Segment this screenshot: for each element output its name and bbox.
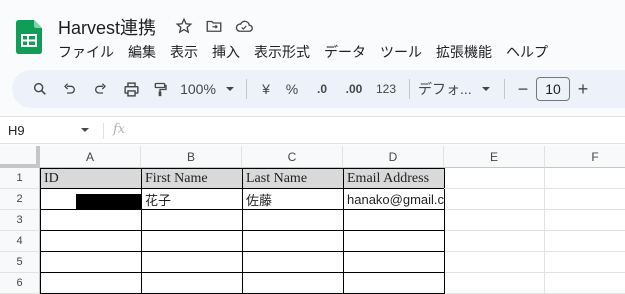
header-cell-email[interactable]: Email Address	[343, 168, 445, 189]
table-cell[interactable]	[40, 210, 142, 231]
table-cell[interactable]	[445, 252, 545, 273]
chevron-down-icon[interactable]	[222, 75, 238, 103]
table-cell[interactable]	[545, 252, 625, 273]
table-cell[interactable]	[344, 210, 445, 231]
table-cell[interactable]	[243, 231, 344, 252]
menu-bar: ファイル 編集 表示 挿入 表示形式 データ ツール 拡張機能 ヘルプ	[58, 42, 562, 62]
cell-f1[interactable]	[545, 168, 625, 189]
table-cell[interactable]	[545, 273, 625, 294]
row-header-2[interactable]: 2	[0, 189, 40, 210]
search-icon[interactable]	[28, 75, 52, 103]
row-header-5[interactable]: 5	[0, 252, 40, 273]
header-cell-id[interactable]: ID	[40, 168, 142, 189]
cell-e2[interactable]	[445, 189, 545, 210]
title-bar: Harvest連携 ファイル 編集 表示 挿入 表示形式 データ ツール 拡張機…	[0, 0, 625, 64]
font-size-increase-button[interactable]: +	[573, 75, 593, 103]
table-cell[interactable]	[344, 252, 445, 273]
table-cell[interactable]	[344, 231, 445, 252]
decrease-decimal-button[interactable]: .0	[307, 75, 337, 103]
menu-edit[interactable]: 編集	[128, 42, 156, 62]
font-select[interactable]: デフォ...	[418, 75, 476, 103]
menu-data[interactable]: データ	[324, 42, 366, 62]
cloud-status-icon[interactable]	[234, 16, 254, 36]
table-cell[interactable]	[243, 210, 344, 231]
sheets-logo-icon[interactable]	[16, 20, 42, 54]
currency-button[interactable]: ¥	[255, 75, 277, 103]
spreadsheet-grid[interactable]: A B C D E F 1 2 3 4 5 6 ID First Name La…	[0, 146, 625, 294]
document-title[interactable]: Harvest連携	[58, 14, 156, 40]
table-cell[interactable]	[545, 210, 625, 231]
cell-f2[interactable]	[545, 189, 625, 210]
table-cell[interactable]	[142, 210, 243, 231]
select-all-corner[interactable]	[0, 146, 40, 168]
table-cell[interactable]	[142, 273, 243, 294]
table-cell[interactable]	[40, 273, 142, 294]
column-header-c[interactable]: C	[242, 146, 343, 168]
toolbar-divider	[504, 79, 505, 99]
header-cell-last-name[interactable]: Last Name	[242, 168, 344, 189]
chevron-down-icon[interactable]	[476, 75, 496, 103]
font-size-wrapper: 10	[533, 75, 573, 103]
cell-b2[interactable]: 花子	[142, 189, 243, 210]
column-header-e[interactable]: E	[444, 146, 545, 168]
menu-view[interactable]: 表示	[170, 42, 198, 62]
header-cell-first-name[interactable]: First Name	[141, 168, 243, 189]
table-cell[interactable]	[445, 231, 545, 252]
formula-divider	[103, 123, 104, 139]
column-header-a[interactable]: A	[40, 146, 141, 168]
toolbar: 100% ¥ % .0 .00 123 デフォ... − 10 +	[12, 70, 625, 108]
star-icon[interactable]	[174, 16, 194, 36]
font-size-decrease-button[interactable]: −	[513, 75, 533, 103]
table-cell[interactable]	[545, 231, 625, 252]
number-format-button[interactable]: 123	[371, 75, 401, 103]
toolbar-divider	[409, 79, 410, 99]
undo-icon[interactable]	[52, 75, 86, 103]
paint-format-icon[interactable]	[146, 75, 174, 103]
table-cell[interactable]	[40, 231, 142, 252]
table-cell[interactable]	[445, 210, 545, 231]
table-cell[interactable]	[142, 231, 243, 252]
move-folder-icon[interactable]	[204, 16, 224, 36]
cell-e1[interactable]	[444, 168, 545, 189]
menu-help[interactable]: ヘルプ	[506, 42, 548, 62]
fx-icon: fx	[113, 122, 126, 137]
row-header-4[interactable]: 4	[0, 231, 40, 252]
row-header-1[interactable]: 1	[0, 168, 40, 189]
print-icon[interactable]	[116, 75, 146, 103]
name-box[interactable]: H9	[8, 123, 25, 138]
table-cell[interactable]	[142, 252, 243, 273]
column-header-f[interactable]: F	[545, 146, 625, 168]
chevron-down-icon[interactable]	[80, 125, 90, 135]
toolbar-divider	[246, 79, 247, 99]
table-cell[interactable]	[445, 273, 545, 294]
menu-format[interactable]: 表示形式	[254, 42, 310, 62]
cell-c2[interactable]: 佐藤	[243, 189, 344, 210]
zoom-select[interactable]: 100%	[174, 75, 222, 103]
redacted-id-block	[76, 194, 142, 210]
table-cell[interactable]	[243, 252, 344, 273]
column-header-b[interactable]: B	[141, 146, 242, 168]
row-header-3[interactable]: 3	[0, 210, 40, 231]
column-header-d[interactable]: D	[343, 146, 444, 168]
font-size-input[interactable]: 10	[536, 77, 570, 101]
menu-tools[interactable]: ツール	[380, 42, 422, 62]
row-header-6[interactable]: 6	[0, 273, 40, 294]
table-cell[interactable]	[243, 273, 344, 294]
formula-bar: H9 fx	[0, 116, 625, 144]
menu-file[interactable]: ファイル	[58, 42, 114, 62]
percent-button[interactable]: %	[277, 75, 307, 103]
menu-insert[interactable]: 挿入	[212, 42, 240, 62]
table-cell[interactable]	[344, 273, 445, 294]
cell-d2[interactable]: hanako@gmail.com	[344, 189, 445, 210]
menu-extensions[interactable]: 拡張機能	[436, 42, 492, 62]
redo-icon[interactable]	[86, 75, 116, 103]
table-cell[interactable]	[40, 252, 142, 273]
increase-decimal-button[interactable]: .00	[337, 75, 371, 103]
